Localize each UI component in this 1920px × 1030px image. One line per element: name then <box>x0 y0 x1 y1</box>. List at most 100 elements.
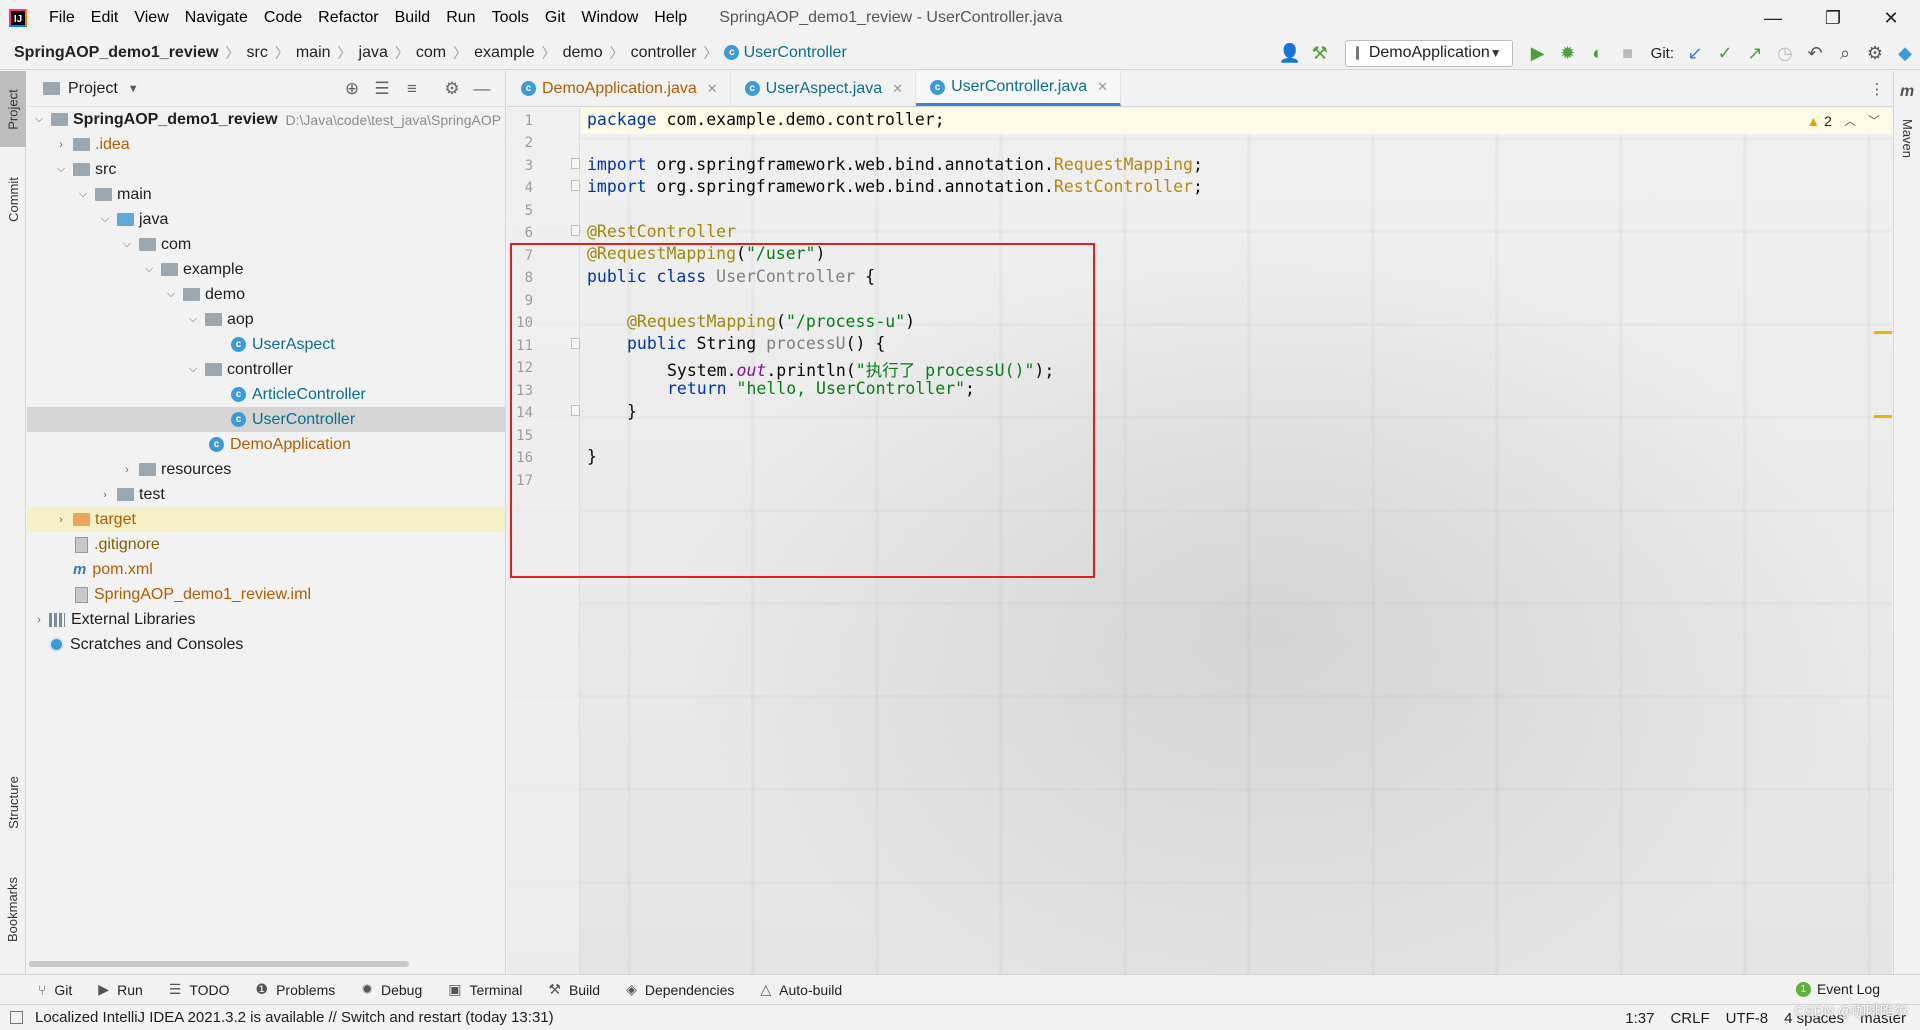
breadcrumb-main[interactable]: main <box>296 44 331 62</box>
menu-git[interactable]: Git <box>537 9 573 27</box>
tree-item-pom[interactable]: m pom.xml <box>27 557 505 582</box>
git-push-icon[interactable]: ↗ <box>1740 38 1770 68</box>
tree-item-resources[interactable]: › resources <box>27 457 505 482</box>
tool-run[interactable]: ▶ Run <box>98 981 142 998</box>
maven-icon[interactable]: m <box>1900 83 1914 101</box>
tree-item-example[interactable]: ⌵ example <box>27 257 505 282</box>
warning-stripe-mark[interactable] <box>1874 331 1892 334</box>
rollback-icon[interactable]: ↶ <box>1800 38 1830 68</box>
history-icon[interactable]: ◷ <box>1770 38 1800 68</box>
status-message[interactable]: Localized IntelliJ IDEA 2021.3.2 is avai… <box>35 1009 554 1026</box>
tab-project[interactable]: Project <box>0 71 26 147</box>
horizontal-scrollbar[interactable] <box>29 961 409 967</box>
menu-tools[interactable]: Tools <box>484 9 537 27</box>
tree-item-aop[interactable]: ⌵ aop <box>27 307 505 332</box>
line-separator[interactable]: CRLF <box>1670 1010 1709 1027</box>
search-icon[interactable]: ⌕ <box>1830 38 1860 68</box>
collapse-all-icon[interactable]: ≡ <box>399 77 425 101</box>
chevron-up-icon[interactable]: ︿ <box>1844 112 1856 129</box>
code-editor[interactable]: 1 2 3 4 5 6 7 8 9 10 11 12 13 14 15 16 1… <box>507 108 1892 974</box>
git-update-icon[interactable]: ↙ <box>1680 38 1710 68</box>
fold-marker-icon[interactable] <box>571 225 580 236</box>
expand-all-icon[interactable]: ☰ <box>369 77 395 101</box>
locate-icon[interactable]: ⊕ <box>339 77 365 101</box>
minimize-button[interactable]: — <box>1744 0 1802 36</box>
menu-navigate[interactable]: Navigate <box>177 9 256 27</box>
tree-item-demoapplication[interactable]: c DemoApplication <box>27 432 505 457</box>
hammer-icon[interactable]: ⚒ <box>1305 38 1335 68</box>
inspections-widget[interactable]: ▲ 2 ︿ ﹀ <box>1806 112 1880 129</box>
tree-item-java[interactable]: ⌵ java <box>27 207 505 232</box>
chevron-down-icon[interactable]: ﹀ <box>1868 112 1880 129</box>
tree-item-project-root[interactable]: ⌵ SpringAOP_demo1_review D:\Java\code\te… <box>27 107 505 132</box>
tool-dependencies[interactable]: ◈ Dependencies <box>626 981 734 998</box>
gear-icon[interactable]: ⚙ <box>1860 38 1890 68</box>
tree-item-gitignore[interactable]: .gitignore <box>27 532 505 557</box>
run-icon[interactable]: ▶ <box>1523 38 1553 68</box>
tree-item-iml[interactable]: SpringAOP_demo1_review.iml <box>27 582 505 607</box>
tool-git[interactable]: ⑂ Git <box>38 982 72 998</box>
project-title[interactable]: Project <box>68 80 118 98</box>
warning-stripe-mark[interactable] <box>1874 415 1892 418</box>
close-icon[interactable]: ✕ <box>707 81 718 97</box>
coverage-icon[interactable]: ◐ <box>1583 38 1613 68</box>
git-commit-icon[interactable]: ✓ <box>1710 38 1740 68</box>
menu-refactor[interactable]: Refactor <box>310 9 386 27</box>
tree-item-external-libraries[interactable]: › External Libraries <box>27 607 505 632</box>
tool-debug[interactable]: ✹ Debug <box>361 981 422 998</box>
caret-position[interactable]: 1:37 <box>1625 1010 1654 1027</box>
tree-item-useraspect[interactable]: c UserAspect <box>27 332 505 357</box>
menu-build[interactable]: Build <box>387 9 439 27</box>
breadcrumb-demo[interactable]: demo <box>563 44 603 62</box>
breadcrumb-example[interactable]: example <box>474 44 534 62</box>
gear-icon[interactable]: ⚙ <box>439 77 465 101</box>
tree-item-main[interactable]: ⌵ main <box>27 182 505 207</box>
run-config-select[interactable]: DemoApplication ▼ <box>1344 39 1513 67</box>
tool-todo[interactable]: ☰ TODO <box>169 981 230 998</box>
menu-view[interactable]: View <box>126 9 176 27</box>
debug-icon[interactable]: ✹ <box>1553 38 1583 68</box>
tree-item-articlecontroller[interactable]: c ArticleController <box>27 382 505 407</box>
tab-demoapplication[interactable]: c DemoApplication.java ✕ <box>507 71 731 106</box>
tree-item-com[interactable]: ⌵ com <box>27 232 505 257</box>
tab-commit[interactable]: Commit <box>0 159 26 239</box>
menu-code[interactable]: Code <box>256 9 310 27</box>
breadcrumb-controller[interactable]: controller <box>631 44 697 62</box>
tab-usercontroller[interactable]: c UserController.java ✕ <box>916 71 1122 106</box>
menu-file[interactable]: File <box>41 9 83 27</box>
user-icon[interactable]: 👤 <box>1275 38 1305 68</box>
more-tabs-icon[interactable]: ⋮ <box>1862 71 1892 106</box>
restore-button[interactable]: ❐ <box>1804 0 1862 36</box>
tree-item-usercontroller[interactable]: c UserController <box>27 407 505 432</box>
toolbox-icon[interactable]: ◆ <box>1890 38 1920 68</box>
close-window-button[interactable]: ✕ <box>1862 0 1920 36</box>
breadcrumb-com[interactable]: com <box>416 44 446 62</box>
tool-windows-toggle-icon[interactable] <box>10 1011 23 1024</box>
file-encoding[interactable]: UTF-8 <box>1726 1010 1769 1027</box>
chevron-down-icon[interactable]: ▼ <box>128 83 139 95</box>
tab-maven[interactable]: Maven <box>1894 103 1920 173</box>
close-icon[interactable]: ✕ <box>1097 79 1108 95</box>
tree-item-src[interactable]: ⌵ src <box>27 157 505 182</box>
fold-marker-icon[interactable] <box>571 180 580 191</box>
tool-problems[interactable]: ❶ Problems <box>256 981 336 998</box>
tool-terminal[interactable]: ▣ Terminal <box>448 981 522 998</box>
breadcrumb-class[interactable]: UserController <box>744 44 847 62</box>
fold-marker-icon[interactable] <box>571 158 580 169</box>
breadcrumb-java[interactable]: java <box>359 44 388 62</box>
tree-item-idea[interactable]: › .idea <box>27 132 505 157</box>
tab-structure[interactable]: Structure <box>0 757 26 847</box>
close-icon[interactable]: ✕ <box>892 81 903 97</box>
tree-item-target[interactable]: › target <box>27 507 505 532</box>
tree-item-demo[interactable]: ⌵ demo <box>27 282 505 307</box>
menu-run[interactable]: Run <box>438 9 483 27</box>
tab-bookmarks[interactable]: Bookmarks <box>0 861 26 957</box>
menu-help[interactable]: Help <box>646 9 695 27</box>
tool-build[interactable]: ⚒ Build <box>548 981 600 998</box>
hide-icon[interactable]: — <box>469 77 495 101</box>
tree-item-test[interactable]: › test <box>27 482 505 507</box>
tab-useraspect[interactable]: c UserAspect.java ✕ <box>731 71 917 106</box>
menu-window[interactable]: Window <box>573 9 646 27</box>
tree-item-controller[interactable]: ⌵ controller <box>27 357 505 382</box>
tool-auto-build[interactable]: △ Auto-build <box>760 981 842 998</box>
